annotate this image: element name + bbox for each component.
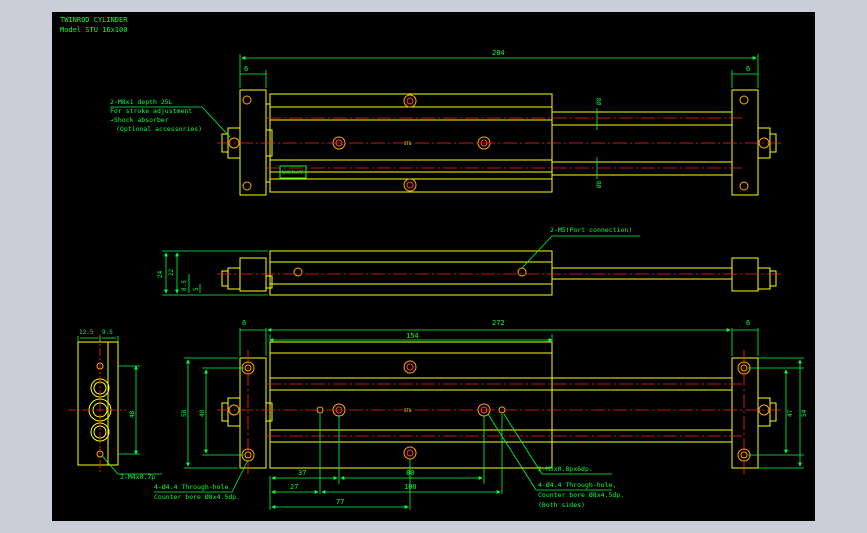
nameplate-text: NAMEPLATE xyxy=(282,170,304,175)
note-holes-right-l1: 4-Ø4.4 Through-hole, xyxy=(538,481,616,489)
center-mark-top: STU xyxy=(404,141,412,146)
dim-80: 80 xyxy=(406,469,414,477)
dim-37: 37 xyxy=(298,469,306,477)
note-port: 2-M5(Port connection) xyxy=(550,226,632,234)
dim-right-54: 54 xyxy=(801,409,808,417)
note-holes-left-l2: Counter bore Ø8x4.5dp. xyxy=(154,493,240,501)
dim-77: 77 xyxy=(336,498,344,506)
side-dimensions xyxy=(162,235,640,296)
dim-right-47: 47 xyxy=(787,409,794,417)
side-view xyxy=(221,250,777,296)
dim-body-length: 154 xyxy=(406,332,419,340)
dim-left-48: 48 xyxy=(199,409,206,417)
cad-drawing: TWINROD CYLINDER Model STU 16x100 NAMEPL… xyxy=(60,16,808,510)
dim-top-left-end: 6 xyxy=(244,65,248,73)
bottom-right-end-plate xyxy=(731,357,759,469)
bottom-view xyxy=(221,341,777,469)
dim-100: 100 xyxy=(404,483,417,491)
note-bolt-l3: →Shock absorber xyxy=(110,116,169,124)
cad-viewport[interactable]: TWINROD CYLINDER Model STU 16x100 NAMEPL… xyxy=(52,12,815,521)
end-view xyxy=(77,341,119,466)
note-holes-right-l2: Counter bore Ø8x4.5dp. xyxy=(538,491,624,499)
dim-27: 27 xyxy=(290,483,298,491)
bottom-dimensions xyxy=(154,328,804,510)
note-bolt-l1: 2-M8x1 depth 25L xyxy=(110,98,173,106)
note-endtap: 2-M4x0.7p xyxy=(120,473,155,481)
center-mark-bottom: STU xyxy=(404,408,412,413)
dim-bottom-left-end: 6 xyxy=(242,319,246,327)
note-holes-left-l1: 4-Ø4.4 Through-hole xyxy=(154,483,228,491)
dim-top-right-end: 6 xyxy=(746,65,750,73)
title-text: TWINROD CYLINDER xyxy=(60,16,128,24)
side-body xyxy=(269,250,553,296)
dim-side-body: 22 xyxy=(168,268,175,276)
side-right-end-plate xyxy=(731,257,759,292)
note-holes-right-l3: (Both sides) xyxy=(538,501,585,509)
top-view xyxy=(221,89,777,196)
dim-side-d2: 5 xyxy=(193,287,200,291)
dim-side-d1: 8.5 xyxy=(181,280,188,291)
dim-bottom-overall: 272 xyxy=(492,319,505,327)
dim-left-58: 58 xyxy=(181,409,188,417)
top-left-end-plate xyxy=(239,89,267,196)
dim-end-12-5: 12.5 xyxy=(79,329,94,336)
dim-top-rod-upper: Ø8 xyxy=(596,97,603,105)
side-ports xyxy=(293,267,527,277)
top-right-end-plate xyxy=(731,89,759,196)
dim-top-rod-lower: Ø8 xyxy=(596,180,603,188)
note-bolt-l4: (Optional accessories) xyxy=(116,125,202,133)
note-m5: 2-M5x0.8px6dp. xyxy=(538,465,593,473)
dim-side-height: 24 xyxy=(157,270,164,278)
dim-top-overall: 284 xyxy=(492,49,505,57)
dim-end-9-5: 9.5 xyxy=(102,329,113,336)
dim-bottom-right-end: 6 xyxy=(746,319,750,327)
model-text: Model STU 16x100 xyxy=(60,26,127,34)
side-left-end-plate xyxy=(239,257,267,292)
note-bolt-l2: For stroke adjustment xyxy=(110,107,192,115)
dim-end-48: 48 xyxy=(129,410,136,418)
bottom-holes xyxy=(228,360,770,462)
